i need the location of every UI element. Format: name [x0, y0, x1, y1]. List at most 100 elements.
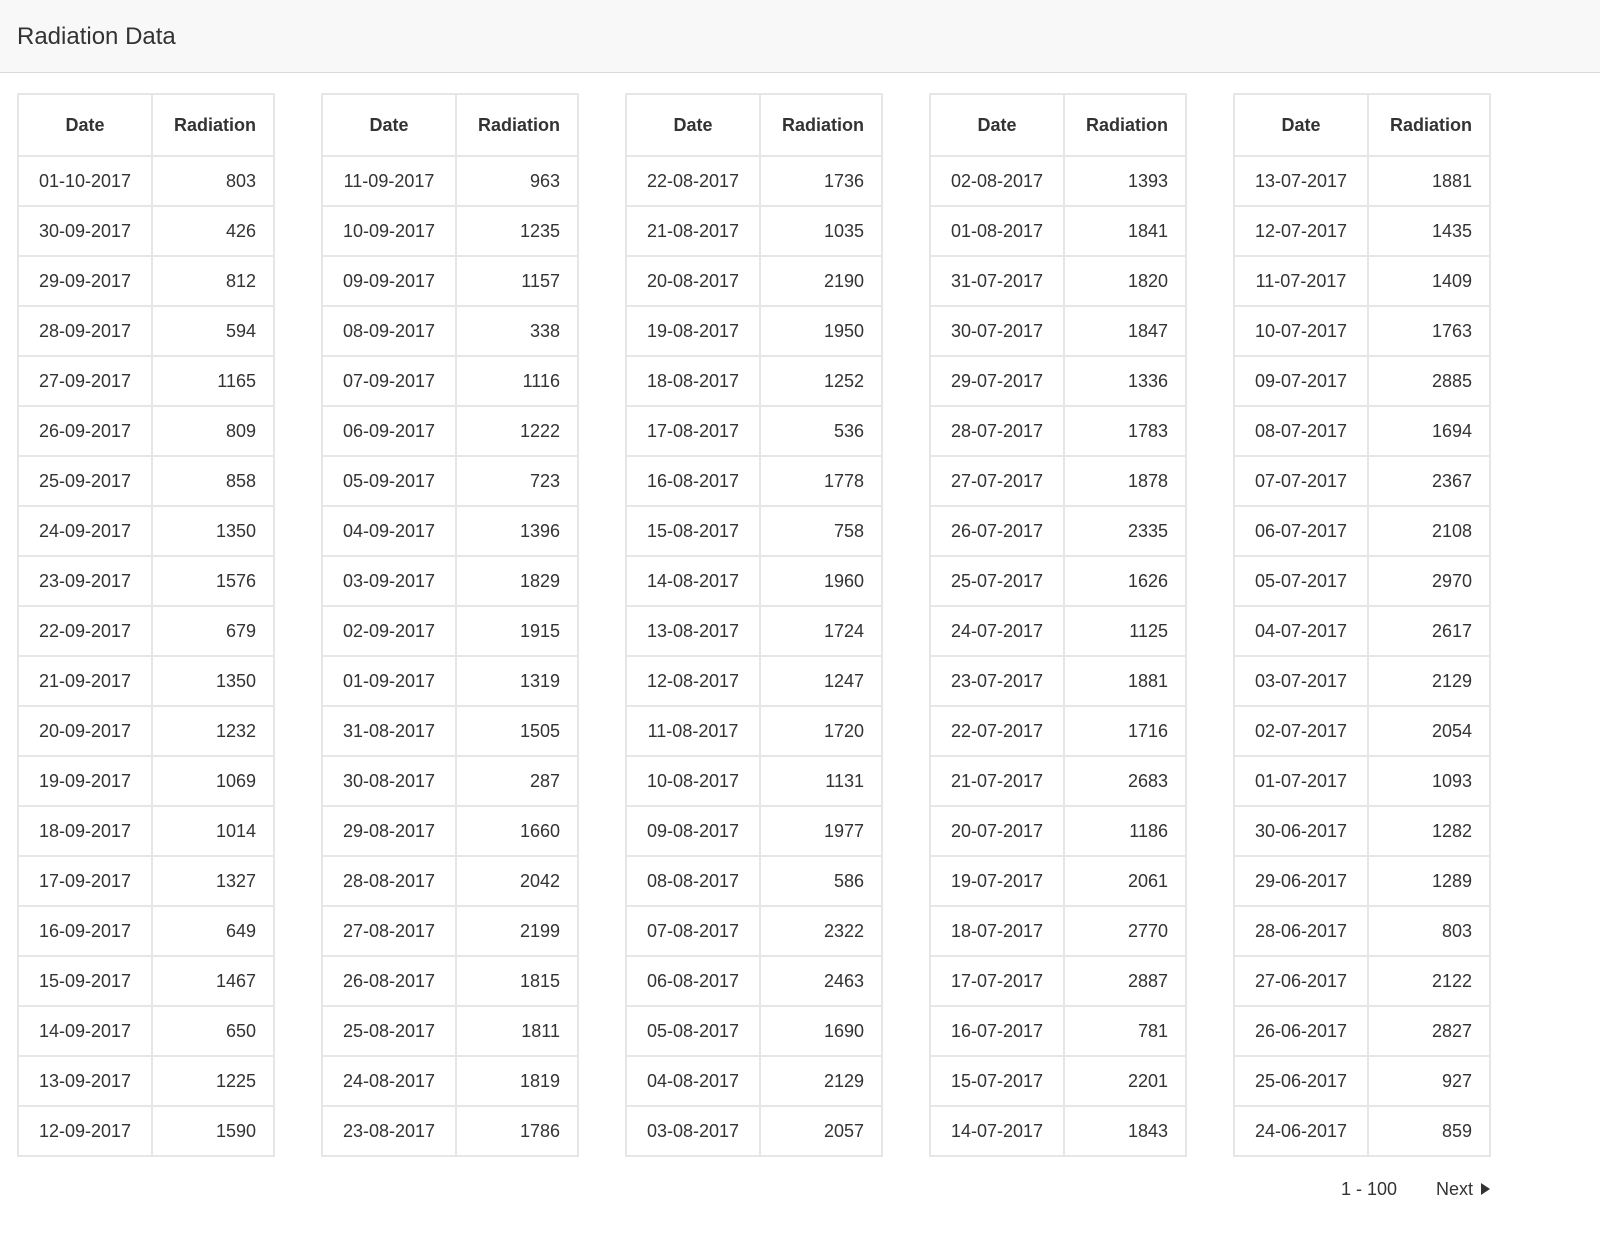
radiation-cell: 287 [455, 755, 579, 807]
date-cell: 24-06-2017 [1233, 1105, 1369, 1157]
date-cell: 27-06-2017 [1233, 955, 1369, 1007]
date-cell: 31-07-2017 [929, 255, 1065, 307]
table-row: 13-09-2017 1225 [17, 1055, 275, 1107]
radiation-cell: 1881 [1063, 655, 1187, 707]
table-row: 21-07-2017 2683 [929, 755, 1187, 807]
radiation-cell: 2970 [1367, 555, 1491, 607]
date-cell: 01-07-2017 [1233, 755, 1369, 807]
date-cell: 19-08-2017 [625, 305, 761, 357]
radiation-cell: 1093 [1367, 755, 1491, 807]
date-cell: 07-07-2017 [1233, 455, 1369, 507]
date-cell: 15-07-2017 [929, 1055, 1065, 1107]
radiation-cell: 2108 [1367, 505, 1491, 557]
radiation-cell: 1915 [455, 605, 579, 657]
radiation-table: Date Radiation 01-10-2017 803 30-09-2017 426 2… [17, 93, 275, 1157]
radiation-cell: 1660 [455, 805, 579, 857]
radiation-cell: 650 [151, 1005, 275, 1057]
date-cell: 25-07-2017 [929, 555, 1065, 607]
date-cell: 01-08-2017 [929, 205, 1065, 257]
table-row: 07-07-2017 2367 [1233, 455, 1491, 507]
date-cell: 24-09-2017 [17, 505, 153, 557]
radiation-cell: 781 [1063, 1005, 1187, 1057]
table-row: 15-07-2017 2201 [929, 1055, 1187, 1107]
date-cell: 20-09-2017 [17, 705, 153, 757]
column-header-date[interactable]: Date [1233, 93, 1369, 157]
date-cell: 26-09-2017 [17, 405, 153, 457]
column-header-date[interactable]: Date [17, 93, 153, 157]
radiation-cell: 1282 [1367, 805, 1491, 857]
table-row: 10-07-2017 1763 [1233, 305, 1491, 357]
date-cell: 29-07-2017 [929, 355, 1065, 407]
table-row: 29-09-2017 812 [17, 255, 275, 307]
date-cell: 26-07-2017 [929, 505, 1065, 557]
radiation-cell: 1626 [1063, 555, 1187, 607]
radiation-cell: 1289 [1367, 855, 1491, 907]
column-header-radiation[interactable]: Radiation [151, 93, 275, 157]
table-row: 30-09-2017 426 [17, 205, 275, 257]
date-cell: 24-08-2017 [321, 1055, 457, 1107]
date-cell: 12-08-2017 [625, 655, 761, 707]
date-cell: 18-07-2017 [929, 905, 1065, 957]
radiation-cell: 1694 [1367, 405, 1491, 457]
radiation-cell: 1350 [151, 505, 275, 557]
column-header-radiation[interactable]: Radiation [759, 93, 883, 157]
radiation-cell: 1035 [759, 205, 883, 257]
table-row: 15-09-2017 1467 [17, 955, 275, 1007]
radiation-cell: 1393 [1063, 155, 1187, 207]
radiation-cell: 1829 [455, 555, 579, 607]
column-header-radiation[interactable]: Radiation [1367, 93, 1491, 157]
column-header-radiation[interactable]: Radiation [455, 93, 579, 157]
radiation-cell: 1125 [1063, 605, 1187, 657]
table-row: 01-08-2017 1841 [929, 205, 1187, 257]
date-cell: 11-09-2017 [321, 155, 457, 207]
date-cell: 19-09-2017 [17, 755, 153, 807]
table-row: 11-07-2017 1409 [1233, 255, 1491, 307]
date-cell: 07-09-2017 [321, 355, 457, 407]
date-cell: 28-08-2017 [321, 855, 457, 907]
date-cell: 16-09-2017 [17, 905, 153, 957]
radiation-cell: 859 [1367, 1105, 1491, 1157]
table-row: 28-09-2017 594 [17, 305, 275, 357]
table-row: 08-09-2017 338 [321, 305, 579, 357]
table-row: 14-08-2017 1960 [625, 555, 883, 607]
date-cell: 30-09-2017 [17, 205, 153, 257]
date-cell: 21-09-2017 [17, 655, 153, 707]
table-row: 23-08-2017 1786 [321, 1105, 579, 1157]
table-row: 16-07-2017 781 [929, 1005, 1187, 1057]
radiation-cell: 1247 [759, 655, 883, 707]
date-cell: 18-08-2017 [625, 355, 761, 407]
table-row: 27-09-2017 1165 [17, 355, 275, 407]
date-cell: 11-08-2017 [625, 705, 761, 757]
table-row: 22-09-2017 679 [17, 605, 275, 657]
radiation-cell: 1590 [151, 1105, 275, 1157]
column-header-radiation[interactable]: Radiation [1063, 93, 1187, 157]
table-row: 05-07-2017 2970 [1233, 555, 1491, 607]
date-cell: 31-08-2017 [321, 705, 457, 757]
date-cell: 16-07-2017 [929, 1005, 1065, 1057]
radiation-cell: 1252 [759, 355, 883, 407]
column-header-date[interactable]: Date [625, 93, 761, 157]
table-row: 20-09-2017 1232 [17, 705, 275, 757]
radiation-cell: 2190 [759, 255, 883, 307]
radiation-cell: 649 [151, 905, 275, 957]
date-cell: 05-07-2017 [1233, 555, 1369, 607]
column-header-date[interactable]: Date [321, 93, 457, 157]
radiation-cell: 803 [151, 155, 275, 207]
radiation-cell: 927 [1367, 1055, 1491, 1107]
date-cell: 26-06-2017 [1233, 1005, 1369, 1057]
table-row: 26-06-2017 2827 [1233, 1005, 1491, 1057]
radiation-cell: 1131 [759, 755, 883, 807]
table-row: 25-08-2017 1811 [321, 1005, 579, 1057]
date-cell: 06-08-2017 [625, 955, 761, 1007]
next-page-button[interactable]: Next [1436, 1176, 1491, 1202]
table-row: 19-08-2017 1950 [625, 305, 883, 357]
table-row: 04-09-2017 1396 [321, 505, 579, 557]
date-cell: 28-09-2017 [17, 305, 153, 357]
date-cell: 19-07-2017 [929, 855, 1065, 907]
radiation-table: Date Radiation 22-08-2017 1736 21-08-2017 103… [625, 93, 883, 1157]
column-header-date[interactable]: Date [929, 93, 1065, 157]
date-cell: 22-09-2017 [17, 605, 153, 657]
radiation-cell: 2827 [1367, 1005, 1491, 1057]
radiation-cell: 1778 [759, 455, 883, 507]
radiation-cell: 2683 [1063, 755, 1187, 807]
